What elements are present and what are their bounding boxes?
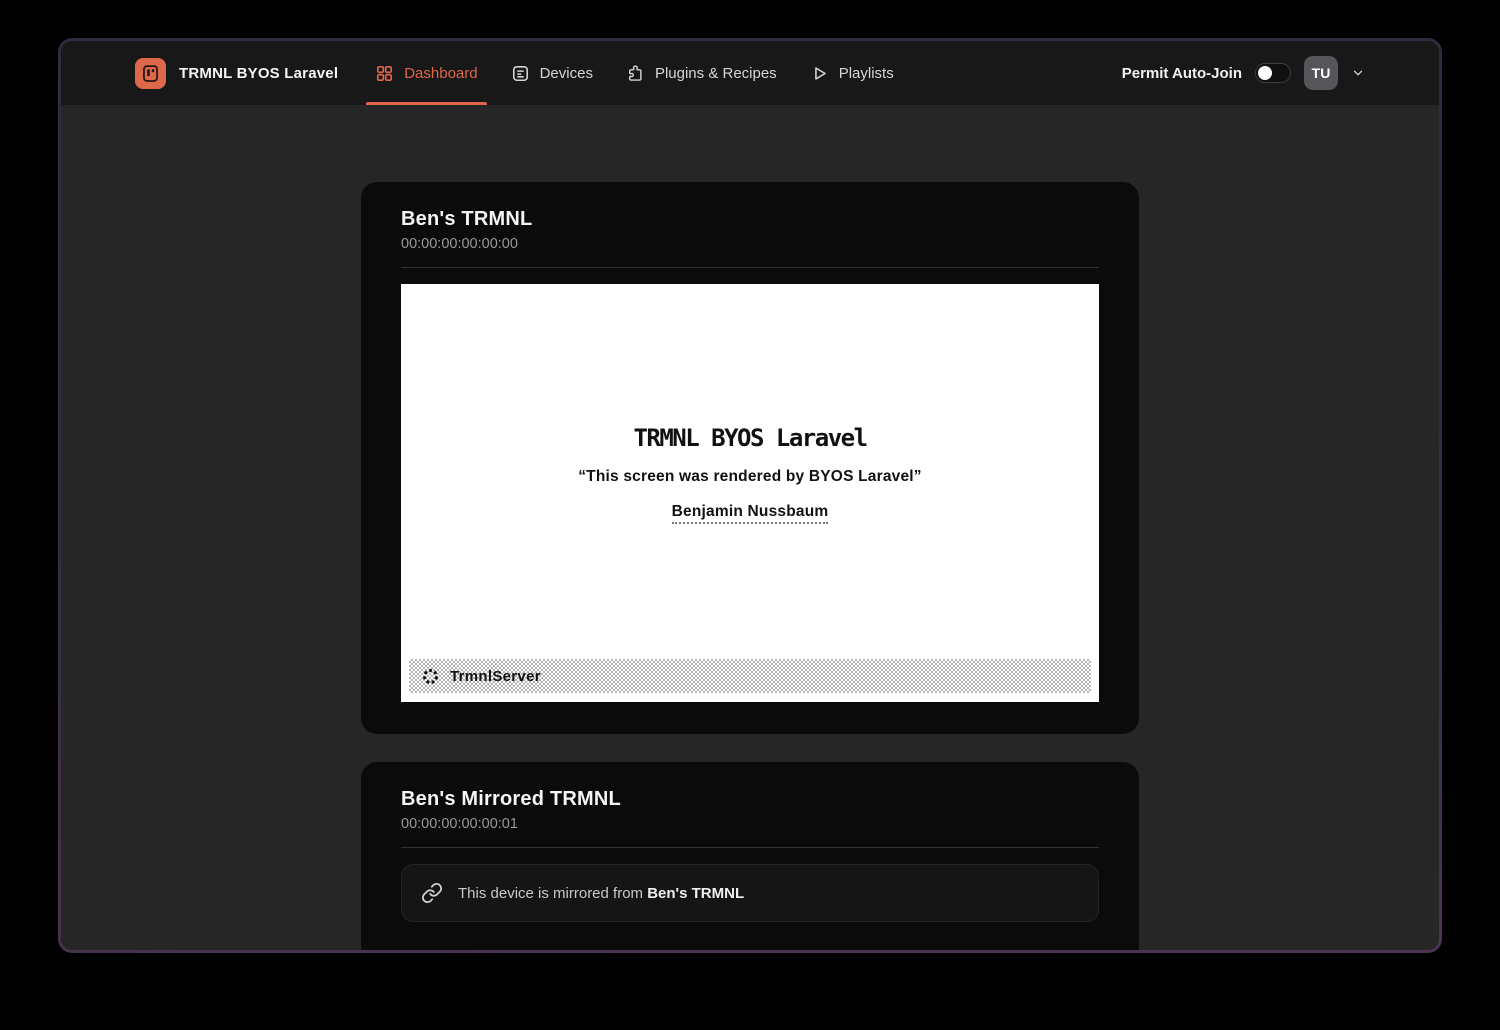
brand-title: TRMNL BYOS Laravel bbox=[179, 65, 338, 82]
app-window-frame: TRMNL BYOS Laravel Dashboard bbox=[58, 38, 1442, 953]
divider bbox=[401, 847, 1099, 848]
tab-playlists[interactable]: Playlists bbox=[801, 41, 903, 105]
device-card-bens-mirrored-trmnl: Ben's Mirrored TRMNL 00:00:00:00:00:01 T… bbox=[361, 762, 1139, 950]
tab-label: Dashboard bbox=[404, 65, 477, 82]
tab-devices[interactable]: Devices bbox=[502, 41, 602, 105]
tab-label: Plugins & Recipes bbox=[655, 65, 777, 82]
chevron-down-icon[interactable] bbox=[1351, 66, 1365, 80]
tab-plugins-recipes[interactable]: Plugins & Recipes bbox=[617, 41, 786, 105]
plugin-title-bar: TrmnlServer bbox=[409, 659, 1091, 693]
spinner-icon bbox=[421, 667, 440, 686]
avatar-initials: TU bbox=[1312, 65, 1331, 81]
puzzle-icon bbox=[626, 64, 645, 83]
screen-quote: “This screen was rendered by BYOS Larave… bbox=[401, 468, 1099, 486]
plugin-label: TrmnlServer bbox=[450, 668, 541, 685]
device-card-bens-trmnl: Ben's TRMNL 00:00:00:00:00:00 TRMNL BYOS… bbox=[361, 182, 1139, 734]
device-mac-address: 00:00:00:00:00:01 bbox=[401, 816, 1099, 832]
mirror-message: This device is mirrored from Ben's TRMNL bbox=[458, 885, 744, 902]
top-nav: TRMNL BYOS Laravel Dashboard bbox=[61, 41, 1439, 105]
toggle-knob bbox=[1258, 66, 1272, 80]
tab-label: Devices bbox=[540, 65, 593, 82]
device-name: Ben's Mirrored TRMNL bbox=[401, 788, 1099, 811]
dashboard-content: Ben's TRMNL 00:00:00:00:00:00 TRMNL BYOS… bbox=[61, 105, 1439, 950]
screen-author: Benjamin Nussbaum bbox=[672, 503, 829, 524]
eink-screen-preview: TRMNL BYOS Laravel “This screen was rend… bbox=[401, 284, 1099, 702]
mirror-message-text: This device is mirrored from bbox=[458, 885, 647, 902]
user-avatar[interactable]: TU bbox=[1304, 56, 1338, 90]
tab-dashboard[interactable]: Dashboard bbox=[366, 41, 486, 105]
device-list-icon bbox=[511, 64, 530, 83]
mirror-source-device: Ben's TRMNL bbox=[647, 885, 744, 902]
screen-title: TRMNL BYOS Laravel bbox=[401, 284, 1099, 452]
link-icon bbox=[421, 882, 443, 904]
nav-tabs: Dashboard Devices bbox=[366, 41, 918, 105]
device-name: Ben's TRMNL bbox=[401, 208, 1099, 231]
mirrored-device-notice: This device is mirrored from Ben's TRMNL bbox=[401, 864, 1099, 922]
divider bbox=[401, 267, 1099, 268]
tab-label: Playlists bbox=[839, 65, 894, 82]
permit-auto-join-toggle[interactable] bbox=[1255, 63, 1291, 83]
trmnl-logo-icon bbox=[135, 58, 166, 89]
brand: TRMNL BYOS Laravel bbox=[135, 41, 338, 105]
device-mac-address: 00:00:00:00:00:00 bbox=[401, 236, 1099, 252]
play-icon bbox=[810, 64, 829, 83]
grid-icon bbox=[375, 64, 394, 83]
nav-right: Permit Auto-Join TU bbox=[1122, 41, 1365, 105]
app-window: TRMNL BYOS Laravel Dashboard bbox=[61, 41, 1439, 950]
permit-auto-join-label: Permit Auto-Join bbox=[1122, 65, 1242, 82]
